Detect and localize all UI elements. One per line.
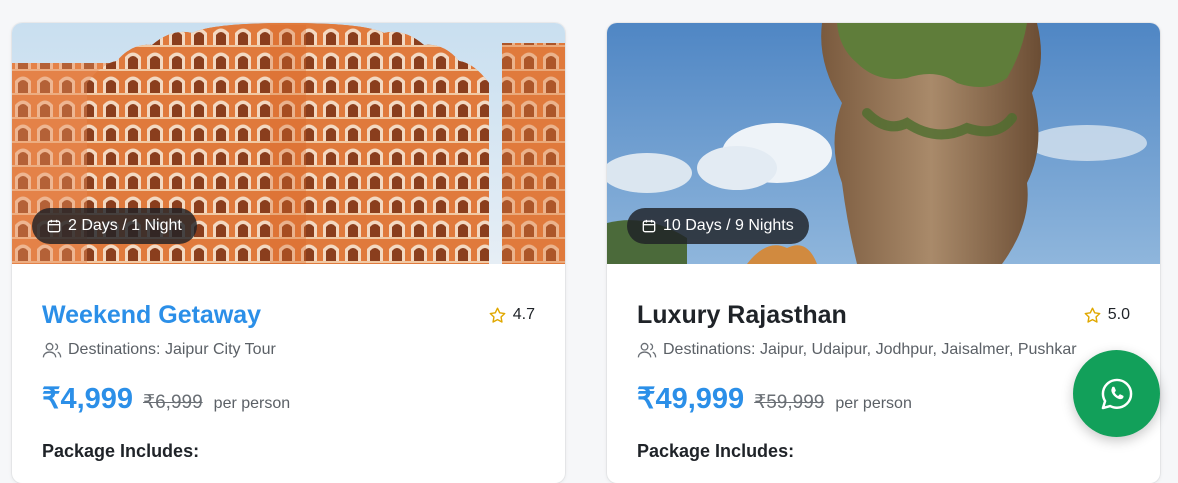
duration-badge: 2 Days / 1 Night [32,208,197,244]
star-icon [1084,307,1101,323]
package-title[interactable]: Luxury Rajasthan [637,301,847,330]
price-row: ₹4,999 ₹6,999 per person [42,381,535,416]
per-person-label: per person [213,395,291,412]
destinations-text: Destinations: Jaipur, Udaipur, Jodhpur, … [663,341,1077,358]
star-icon [489,307,506,323]
duration-text: 2 Days / 1 Night [68,217,182,234]
package-image-rock-island[interactable]: 10 Days / 9 Nights [607,23,1160,264]
package-image-hawa-mahal[interactable]: 2 Days / 1 Night [12,23,565,264]
rating-value: 5.0 [1107,306,1130,323]
package-card-weekend-getaway[interactable]: 2 Days / 1 Night Weekend Getaway 4.7 Des… [12,23,565,483]
whatsapp-button[interactable] [1073,350,1160,437]
original-price: ₹59,999 [754,392,825,413]
package-includes-heading: Package Includes: [637,441,795,461]
price: ₹4,999 [42,383,134,415]
destinations: Destinations: Jaipur City Tour [42,341,535,359]
calendar-icon [642,219,656,233]
per-person-label: per person [835,395,912,412]
duration-text: 10 Days / 9 Nights [663,217,794,234]
price: ₹49,999 [637,383,745,415]
destinations: Destinations: Jaipur, Udaipur, Jodhpur, … [637,341,1130,359]
price-row: ₹49,999 ₹59,999 per person [637,381,1130,416]
destinations-text: Destinations: Jaipur City Tour [68,341,276,358]
package-title[interactable]: Weekend Getaway [42,301,261,330]
package-includes-heading: Package Includes: [42,441,200,461]
original-price: ₹6,999 [143,392,203,413]
rating-value: 4.7 [512,306,535,323]
duration-badge: 10 Days / 9 Nights [627,208,809,244]
calendar-icon [47,219,61,233]
rating: 4.7 [488,306,535,325]
rating: 5.0 [1083,306,1130,325]
users-icon [42,342,62,358]
whatsapp-icon [1101,378,1132,409]
package-card-luxury-rajasthan[interactable]: 10 Days / 9 Nights Luxury Rajasthan 5.0 … [607,23,1160,483]
users-icon [637,342,657,358]
